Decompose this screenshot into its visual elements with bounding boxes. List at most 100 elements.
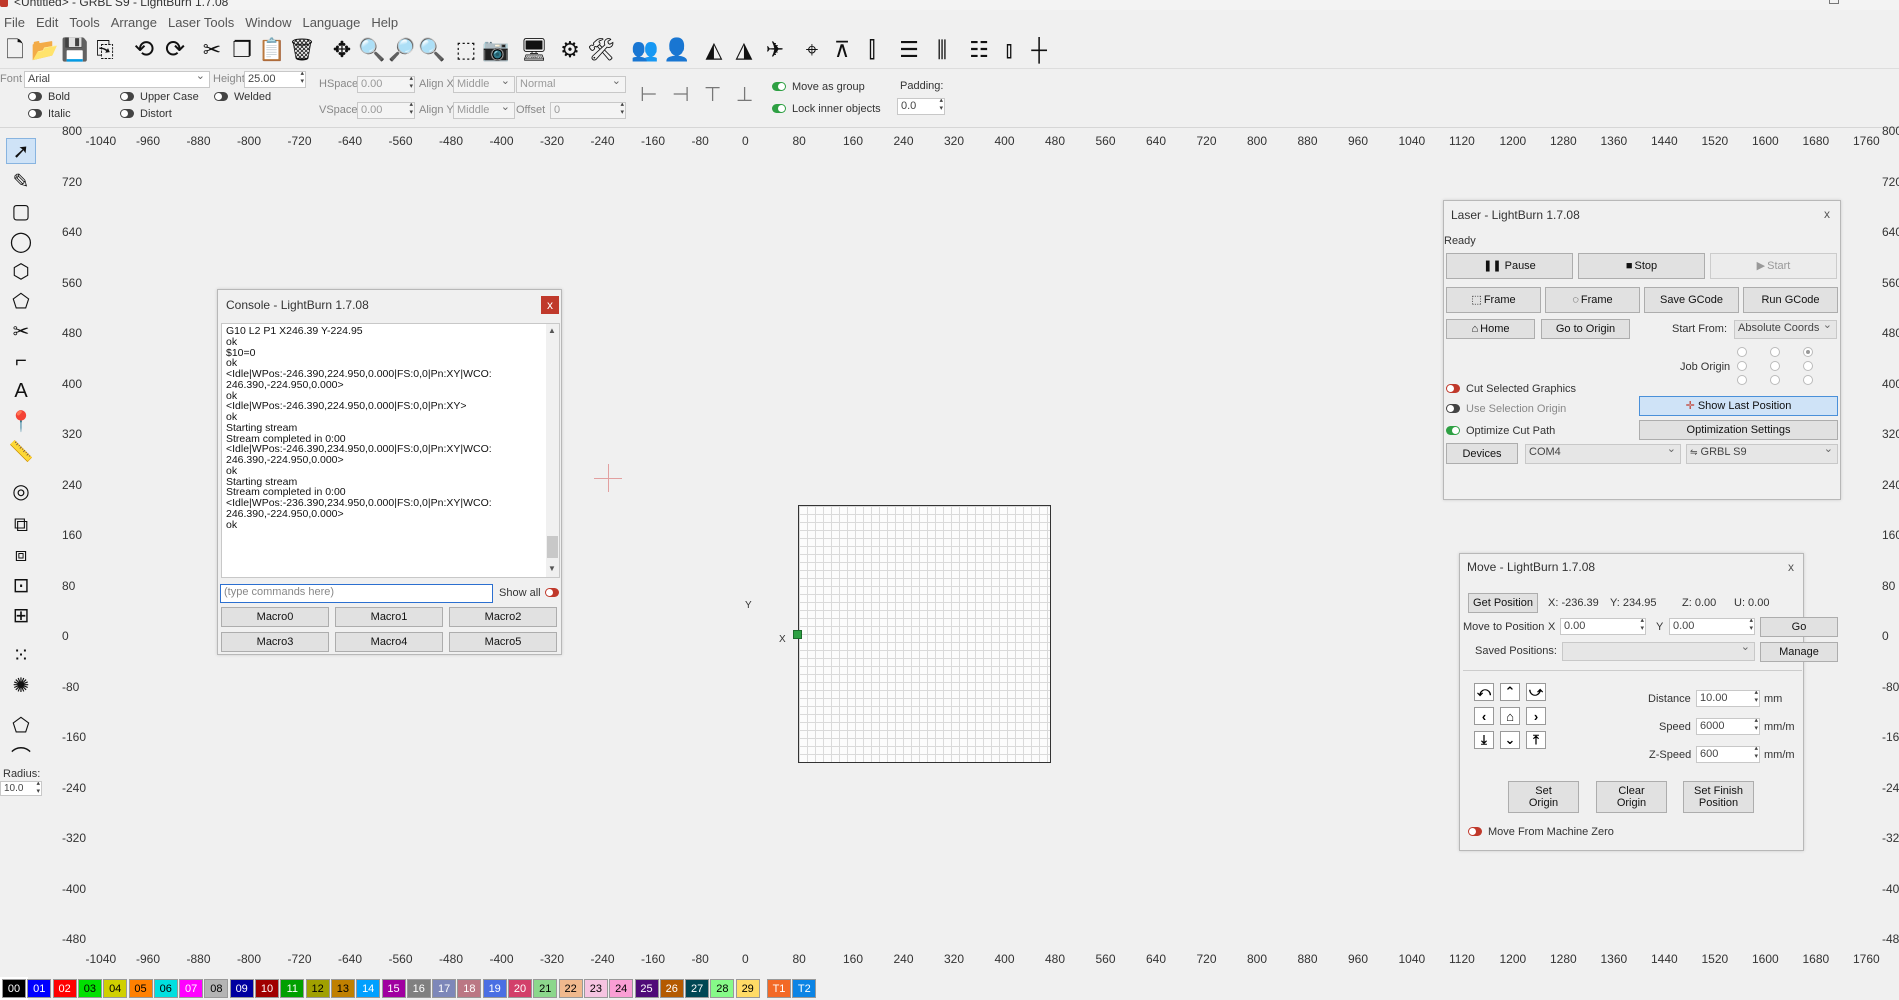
palette-swatch-07[interactable]: 07	[179, 979, 204, 998]
zoom-in-icon[interactable]: 🔎	[388, 36, 416, 64]
macro3-button[interactable]: Macro3	[221, 632, 329, 652]
send-icon[interactable]: ✈	[761, 36, 789, 64]
palette-swatch-13[interactable]: 13	[330, 979, 355, 998]
edit-nodes-icon[interactable]: ✂	[6, 318, 36, 344]
use-selection-origin-toggle[interactable]	[1446, 404, 1460, 413]
text-tool-icon[interactable]: A	[6, 378, 36, 404]
job-origin-bl[interactable]	[1737, 375, 1747, 385]
corner-tool-icon[interactable]: ⬠	[6, 712, 36, 738]
palette-swatch-04[interactable]: 04	[103, 979, 128, 998]
palette-swatch-15[interactable]: 15	[381, 979, 406, 998]
macro2-button[interactable]: Macro2	[449, 607, 557, 627]
copy-icon[interactable]: ❐	[228, 36, 256, 64]
job-origin-br[interactable]	[1803, 375, 1813, 385]
crosshair-icon[interactable]: ┼	[1025, 36, 1053, 64]
move-as-group-toggle[interactable]	[772, 82, 786, 91]
menu-edit[interactable]: Edit	[34, 15, 67, 30]
palette-swatch-20[interactable]: 20	[508, 979, 532, 998]
job-origin-tc[interactable]	[1770, 347, 1780, 357]
lock-inner-toggle[interactable]	[772, 104, 786, 113]
palette-swatch-21[interactable]: 21	[533, 979, 558, 998]
jog-down-icon[interactable]: ⌄	[1500, 731, 1520, 749]
jog-up-icon[interactable]: ⌃	[1500, 683, 1520, 701]
rotate-cw-jog-icon[interactable]: ⤻	[1526, 683, 1546, 701]
start-button[interactable]: ▶ Start	[1710, 253, 1837, 279]
palette-swatch-05[interactable]: 05	[128, 979, 153, 998]
optimization-settings-button[interactable]: Optimization Settings	[1639, 420, 1838, 440]
frame-rect-button[interactable]: ⬚ Frame	[1446, 287, 1541, 313]
zoom-out-icon[interactable]: 🔍	[418, 36, 446, 64]
user-group-icon[interactable]: 👥	[631, 36, 659, 64]
device-select[interactable]: ⇋ GRBL S9	[1686, 444, 1838, 464]
go-to-origin-button[interactable]: Go to Origin	[1541, 319, 1630, 339]
monitor-icon[interactable]: 🖥	[520, 36, 548, 64]
hspace-input[interactable]: 0.00	[357, 76, 415, 93]
job-origin-mr[interactable]	[1803, 361, 1813, 371]
align-y-select[interactable]: Middle	[453, 102, 515, 119]
align-top-icon[interactable]: ⊼	[828, 36, 856, 64]
macro0-button[interactable]: Macro0	[221, 607, 329, 627]
weld-icon[interactable]: ⊞	[6, 602, 36, 628]
move-close-button[interactable]: x	[1782, 558, 1800, 576]
polygon-tool-icon[interactable]: ⬡	[6, 258, 36, 284]
move-x-input[interactable]: 0.00	[1560, 618, 1646, 635]
offset-tool-icon[interactable]: ◎	[6, 478, 36, 504]
align-bottom-small-icon[interactable]: ⊥	[736, 82, 753, 107]
mirror-v-icon[interactable]: ◮	[730, 36, 758, 64]
macro4-button[interactable]: Macro4	[335, 632, 443, 652]
set-origin-button[interactable]: Set Origin	[1508, 781, 1579, 813]
upper-case-toggle[interactable]	[120, 92, 134, 101]
speed-input[interactable]: 6000	[1696, 718, 1760, 735]
new-file-icon[interactable]: 🗋	[1, 36, 29, 64]
radius-input[interactable]: 10.0	[0, 781, 42, 796]
palette-swatch-17[interactable]: 17	[432, 979, 457, 998]
z-up-jog-icon[interactable]: ⤒	[1526, 731, 1546, 749]
save-file-icon[interactable]: 💾	[61, 36, 89, 64]
z-speed-input[interactable]: 600	[1696, 746, 1760, 763]
camera-icon[interactable]: 📷	[482, 36, 510, 64]
menu-arrange[interactable]: Arrange	[109, 15, 166, 30]
height-input[interactable]: 25.00	[244, 71, 306, 88]
distance-input[interactable]: 10.00	[1696, 690, 1760, 707]
cut-selected-toggle[interactable]	[1446, 384, 1460, 393]
palette-swatch-16[interactable]: 16	[406, 979, 431, 998]
palette-swatch-08[interactable]: 08	[204, 979, 229, 998]
zoom-fit-icon[interactable]: 🔍	[358, 36, 386, 64]
move-icon[interactable]: ✥	[328, 36, 356, 64]
palette-swatch-t1[interactable]: T1	[767, 979, 791, 998]
console-command-input[interactable]: (type commands here)	[220, 584, 493, 603]
mirror-h-icon[interactable]: ◭	[700, 36, 728, 64]
align-top-small-icon[interactable]: ⊤	[704, 82, 721, 107]
offset-input[interactable]: 0	[550, 102, 626, 119]
dist-mid-icon[interactable]: ⫾	[995, 36, 1023, 64]
laser-close-button[interactable]: x	[1818, 205, 1836, 223]
boolean-intersect-icon[interactable]: ⊡	[6, 572, 36, 598]
palette-swatch-28[interactable]: 28	[710, 979, 735, 998]
menu-help[interactable]: Help	[369, 15, 407, 30]
palette-swatch-02[interactable]: 02	[52, 979, 77, 998]
align-left-icon[interactable]: ⊢	[640, 82, 657, 107]
home-button[interactable]: ⌂ Home	[1446, 319, 1535, 339]
palette-swatch-22[interactable]: 22	[558, 979, 583, 998]
boolean-union-icon[interactable]: ⧉	[6, 512, 36, 538]
menu-window[interactable]: Window	[243, 15, 300, 30]
radius-tool-icon[interactable]: ⌒	[6, 742, 36, 769]
align-mid-icon[interactable]: ⫿	[858, 36, 886, 64]
palette-swatch-11[interactable]: 11	[280, 979, 305, 998]
menu-language[interactable]: Language	[300, 15, 369, 30]
palette-swatch-24[interactable]: 24	[609, 979, 634, 998]
tools-icon[interactable]: 🛠	[587, 36, 615, 64]
optimize-cut-path-toggle[interactable]	[1446, 426, 1460, 435]
paste-icon[interactable]: 📋	[258, 36, 286, 64]
align-bottom-icon[interactable]: ☰	[895, 36, 923, 64]
palette-swatch-25[interactable]: 25	[634, 979, 659, 998]
job-origin-ml[interactable]	[1737, 361, 1747, 371]
set-finish-position-button[interactable]: Set Finish Position	[1683, 781, 1754, 813]
console-scrollbar[interactable]: ▲ ▼	[546, 324, 559, 577]
menu-file[interactable]: File	[2, 15, 34, 30]
vspace-input[interactable]: 0.00	[357, 102, 415, 119]
text-mode-select[interactable]: Normal	[516, 76, 626, 93]
align-x-select[interactable]: Middle	[453, 76, 515, 93]
settings-icon[interactable]: ⚙	[556, 36, 584, 64]
palette-swatch-t2[interactable]: T2	[792, 979, 817, 998]
